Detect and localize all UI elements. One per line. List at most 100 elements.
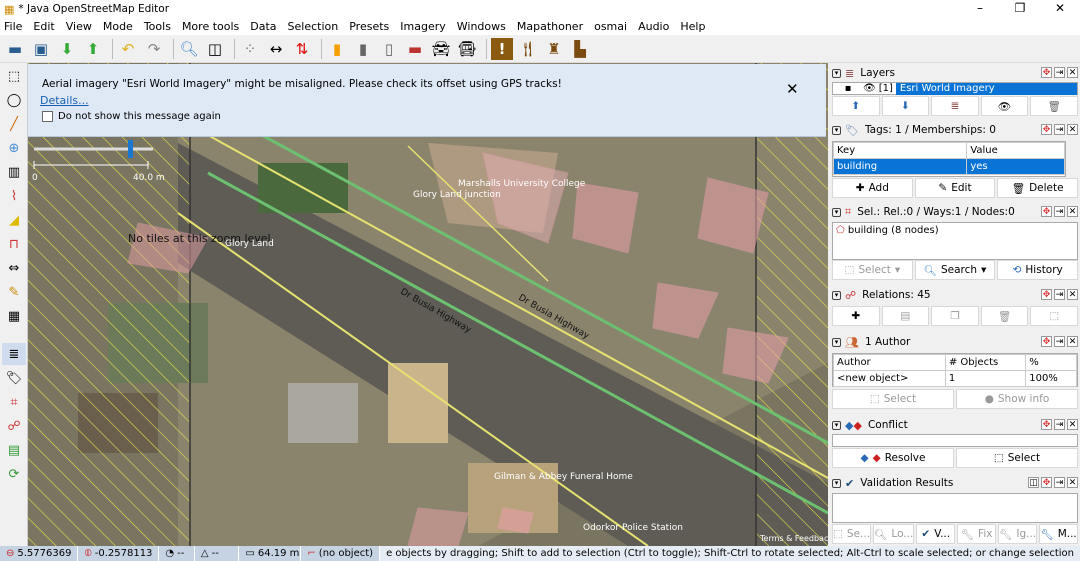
pencil-icon[interactable]: ✎ [2,281,26,303]
table-row[interactable]: <new object> 1 100% [833,370,1077,387]
factory-icon[interactable]: ▙ [569,38,591,60]
collapse-toggle[interactable]: ▾ [832,207,841,217]
bus-icon[interactable]: 🚍︎ [456,38,478,60]
more-button[interactable]: 🔧︎ M... [1039,524,1078,544]
edit-relation-button[interactable]: ▤ [881,306,930,326]
upload-icon[interactable]: ⬆ [82,38,104,60]
column-header[interactable]: Value [966,142,1065,159]
show-hide-button[interactable]: 👁︎ [980,96,1029,116]
car-icon[interactable]: 🚘︎ [430,38,452,60]
pin-icon[interactable]: ⇥ [1054,477,1065,488]
column-header[interactable]: # Objects [944,354,1027,371]
move-down-button[interactable]: ⬇ [881,96,930,116]
conflict-select-button[interactable]: ⬚ Select [956,448,1078,468]
validation-select-button[interactable]: ⬚ Se... [832,524,872,544]
fix-button[interactable]: 🔧︎ Fix [957,524,997,544]
parallel-icon[interactable]: ◢ [2,209,26,231]
add-relation-button[interactable]: ✚ [832,306,880,326]
column-header[interactable]: Key [832,142,968,159]
combine-way-icon[interactable]: ⁘ [239,38,261,60]
show-info-button[interactable]: ● Show info [956,389,1078,409]
detach-icon[interactable]: ✥ [1041,124,1052,135]
pin-icon[interactable]: ⇥ [1054,67,1065,78]
building-tool-icon[interactable]: ▦ [2,305,26,327]
extrude-icon[interactable]: ⊓ [2,233,26,255]
close-panel-icon[interactable]: ✕ [1067,67,1078,78]
align-icon[interactable]: ⇔ [2,257,26,279]
selection-toggle-icon[interactable]: ⌗ [2,391,26,413]
road-service-icon[interactable]: ▯ [378,38,400,60]
menu-view[interactable]: View [66,20,92,33]
tags-toggle-icon[interactable]: 🏷︎ [2,367,26,389]
close-panel-icon[interactable]: ✕ [1067,419,1078,430]
layer-row[interactable]: ▪ 👁︎ [1] Esri World Imagery [832,82,1078,95]
lasso-icon[interactable]: ◯ [2,89,26,111]
open-icon[interactable]: ▬ [4,38,26,60]
improve-way-icon[interactable]: ⌇ [2,185,26,207]
relations-panel-header[interactable]: ▾ ☍ Relations: 45 ✥ ⇥ ✕ [832,287,1078,303]
menu-data[interactable]: Data [250,20,276,33]
menu-osmai[interactable]: osmai [594,20,627,33]
pin-icon[interactable]: ⇥ [1054,289,1065,300]
menu-windows[interactable]: Windows [457,20,506,33]
detach-icon[interactable]: ✥ [1041,336,1052,347]
tag-key[interactable]: building [832,158,968,175]
visibility-icon[interactable]: 👁︎ [863,83,876,94]
add-tag-button[interactable]: ✚ Add [832,178,913,198]
close-panel-icon[interactable]: ✕ [1067,336,1078,347]
list-item[interactable]: building (8 nodes) [848,225,939,236]
hazard-icon[interactable]: ! [491,37,513,60]
layers-panel-header[interactable]: ▾ ≣ Layers ✥ ⇥ ✕ [832,65,1078,81]
close-notification-button[interactable]: ✕ [786,80,799,98]
menu-selection[interactable]: Selection [288,20,339,33]
close-panel-icon[interactable]: ✕ [1067,124,1078,135]
detach-icon[interactable]: ✥ [1041,206,1052,217]
collapse-toggle[interactable]: ▾ [832,68,841,78]
search-button[interactable]: 🔍︎ Search ▾ [914,260,996,280]
detach-icon[interactable]: ✥ [1041,67,1052,78]
delete-tag-button[interactable]: 🗑︎ Delete [997,178,1079,198]
validation-panel-header[interactable]: ▾ ✔ Validation Results ◫ ✥ ⇥ ✕ [832,475,1078,491]
relations-toggle-icon[interactable]: ☍ [2,415,26,437]
collapse-toggle[interactable]: ▾ [832,337,841,347]
menu-mapathoner[interactable]: Mapathoner [517,20,583,33]
menu-mode[interactable]: Mode [103,20,133,33]
road-yellow-icon[interactable]: ▮ [326,38,348,60]
delete-relation-button[interactable]: 🗑︎ [980,306,1029,326]
ignore-button[interactable]: 🔧︎ Ig... [998,524,1038,544]
refresh-icon[interactable]: ⟳ [2,463,26,485]
castle-icon[interactable]: ♜ [543,38,565,60]
reverse-icon[interactable]: ⇅ [291,38,313,60]
maximize-button[interactable]: ❐ [1000,0,1040,18]
selection-panel-header[interactable]: ▾ ⌗ Sel.: Rel.:0 / Ways:1 / Nodes:0 ✥ ⇥ ✕ [832,204,1078,220]
split-way-icon[interactable]: ↔ [265,38,287,60]
dont-show-checkbox[interactable] [42,111,53,122]
draw-icon[interactable]: ╱ [2,113,26,135]
validate-button[interactable]: ✔ V... [916,524,956,544]
select-button[interactable]: ⬚ Select ▾ [832,260,913,280]
duplicate-relation-button[interactable]: ❐ [931,306,979,326]
download-icon[interactable]: ⬇ [56,38,78,60]
collapse-toggle[interactable]: ▾ [832,125,841,135]
restaurant-icon[interactable]: 🍴︎ [517,38,539,60]
wall-icon[interactable]: ▬ [404,38,426,60]
collapse-toggle[interactable]: ▾ [832,290,841,300]
zoom-mode-icon[interactable]: ⊕ [2,137,26,159]
preferences-icon[interactable]: ◫ [204,38,226,60]
menu-help[interactable]: Help [680,20,705,33]
tag-value[interactable]: yes [966,158,1065,175]
collapse-toggle[interactable]: ▾ [832,478,841,488]
attribution-link[interactable]: Terms & Feedback [759,534,828,543]
save-icon[interactable]: ▣ [30,38,52,60]
zoom-icon[interactable]: 🔍︎ [178,38,200,60]
author-panel-header[interactable]: ▾ 👥︎ 1 Author ✥ ⇥ ✕ [832,334,1078,350]
select-mode-icon[interactable]: ⬚ [2,65,26,87]
delete-layer-button[interactable]: 🗑︎ [1030,96,1078,116]
detach-icon[interactable]: ✥ [1041,289,1052,300]
menu-file[interactable]: File [4,20,22,33]
column-header[interactable]: Author [833,354,946,371]
undo-icon[interactable]: ↶ [117,38,139,60]
conflict-panel-header[interactable]: ▾ ◆◆ Conflict ✥ ⇥ ✕ [832,417,1078,433]
details-link[interactable]: Details... [40,94,89,107]
collapse-toggle[interactable]: ▾ [832,420,841,430]
